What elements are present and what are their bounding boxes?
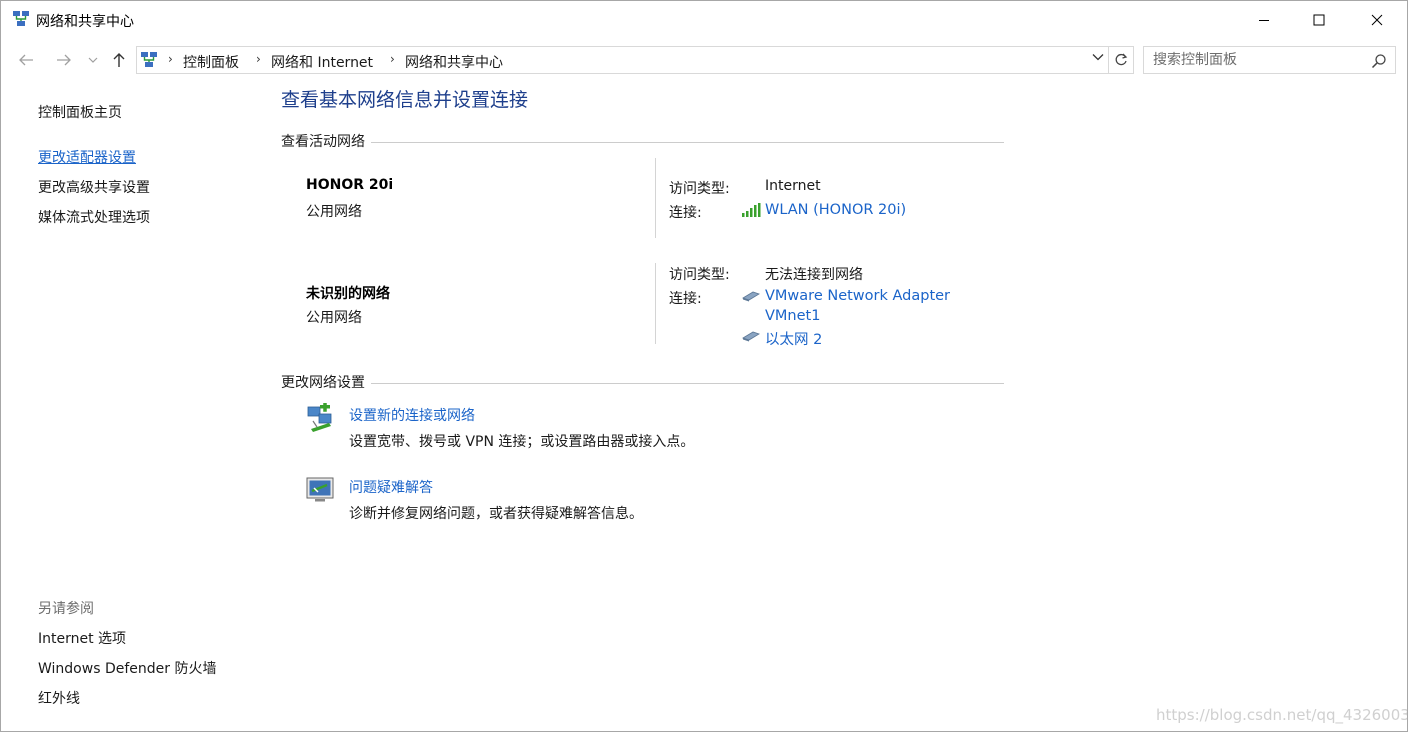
breadcrumb-network-internet[interactable]: 网络和 Internet — [271, 52, 373, 72]
ethernet-icon — [742, 291, 760, 302]
navigation-bar: › 控制面板 › 网络和 Internet › 网络和共享中心 — [1, 43, 1407, 77]
chevron-down-icon — [1092, 54, 1104, 61]
up-button[interactable] — [107, 47, 131, 73]
network-sharing-center-window: 网络和共享中心 › 控制面板 › 网络和 Internet › 网络和共享中心 … — [0, 0, 1408, 732]
watermark-text: https://blog.csdn.net/qq_43260038 — [1156, 706, 1408, 724]
troubleshoot-problems-link[interactable]: 问题疑难解答 — [349, 477, 433, 497]
search-box[interactable] — [1143, 46, 1396, 74]
minimize-button[interactable] — [1241, 1, 1287, 39]
breadcrumb-control-panel[interactable]: 控制面板 — [183, 52, 239, 72]
access-type-label: 访问类型: — [669, 181, 730, 197]
internet-options-link[interactable]: Internet 选项 — [38, 628, 126, 648]
window-title: 网络和共享中心 — [36, 14, 134, 30]
section-divider — [281, 142, 1004, 143]
change-settings-heading: 更改网络设置 — [281, 372, 371, 392]
network-name: HONOR 20i — [306, 177, 394, 193]
network-divider — [655, 158, 656, 238]
chevron-down-icon — [88, 57, 98, 63]
close-button[interactable] — [1354, 1, 1400, 39]
arrow-right-icon — [57, 54, 71, 66]
arrow-left-icon — [19, 54, 33, 66]
chevron-right-icon: › — [256, 52, 261, 66]
search-input[interactable] — [1144, 47, 1369, 73]
vmware-adapter-link[interactable]: VMware Network Adapter — [765, 288, 950, 304]
change-adapter-settings-link[interactable]: 更改适配器设置 — [38, 147, 136, 167]
network-name: 未识别的网络 — [306, 286, 390, 302]
close-icon — [1371, 14, 1383, 26]
network-category: 公用网络 — [306, 204, 362, 220]
chevron-right-icon: › — [390, 52, 395, 66]
maximize-icon — [1313, 14, 1325, 26]
connection-label: 连接: — [669, 205, 702, 221]
minimize-icon — [1259, 20, 1269, 21]
connection-label: 连接: — [669, 291, 702, 307]
ethernet-icon — [742, 331, 760, 342]
control-panel-home-link[interactable]: 控制面板主页 — [38, 102, 122, 122]
forward-button[interactable] — [52, 47, 76, 73]
windows-defender-firewall-link[interactable]: Windows Defender 防火墙 — [38, 658, 216, 678]
control-panel-icon — [141, 52, 157, 67]
wlan-connection-link[interactable]: WLAN (HONOR 20i) — [765, 202, 906, 218]
search-icon[interactable] — [1371, 53, 1387, 69]
chevron-right-icon: › — [168, 52, 173, 66]
troubleshoot-problems-description: 诊断并修复网络问题，或者获得疑难解答信息。 — [349, 506, 643, 522]
address-dropdown-button[interactable] — [1088, 46, 1108, 68]
media-streaming-options-link[interactable]: 媒体流式处理选项 — [38, 207, 150, 227]
refresh-icon — [1115, 53, 1128, 66]
active-networks-heading: 查看活动网络 — [281, 131, 371, 151]
recent-locations-button[interactable] — [83, 47, 103, 73]
troubleshoot-icon — [306, 477, 334, 502]
network-divider — [655, 263, 656, 344]
setup-new-connection-description: 设置宽带、拨号或 VPN 连接；或设置路由器或接入点。 — [349, 434, 695, 450]
arrow-up-icon — [113, 53, 125, 67]
change-advanced-sharing-link[interactable]: 更改高级共享设置 — [38, 177, 150, 197]
ethernet-2-link[interactable]: 以太网 2 — [765, 328, 822, 349]
vmware-adapter-link-line2[interactable]: VMnet1 — [765, 308, 820, 324]
maximize-button[interactable] — [1296, 1, 1342, 39]
title-bar[interactable]: 网络和共享中心 — [1, 1, 1407, 39]
refresh-button[interactable] — [1109, 46, 1134, 74]
page-title: 查看基本网络信息并设置连接 — [281, 89, 529, 111]
address-bar[interactable]: › 控制面板 › 网络和 Internet › 网络和共享中心 — [136, 46, 1109, 74]
access-type-value: 无法连接到网络 — [765, 267, 863, 283]
access-type-value: Internet — [765, 178, 821, 194]
new-connection-icon — [307, 403, 332, 432]
setup-new-connection-link[interactable]: 设置新的连接或网络 — [349, 405, 475, 425]
network-center-app-icon — [13, 11, 29, 26]
breadcrumb-network-sharing-center[interactable]: 网络和共享中心 — [405, 52, 503, 72]
see-also-heading: 另请参阅 — [38, 601, 94, 617]
wifi-signal-icon — [742, 203, 761, 217]
network-category: 公用网络 — [306, 310, 362, 326]
access-type-label: 访问类型: — [669, 267, 730, 283]
section-divider — [281, 383, 1004, 384]
infrared-link[interactable]: 红外线 — [38, 688, 80, 708]
back-button[interactable] — [14, 47, 38, 73]
